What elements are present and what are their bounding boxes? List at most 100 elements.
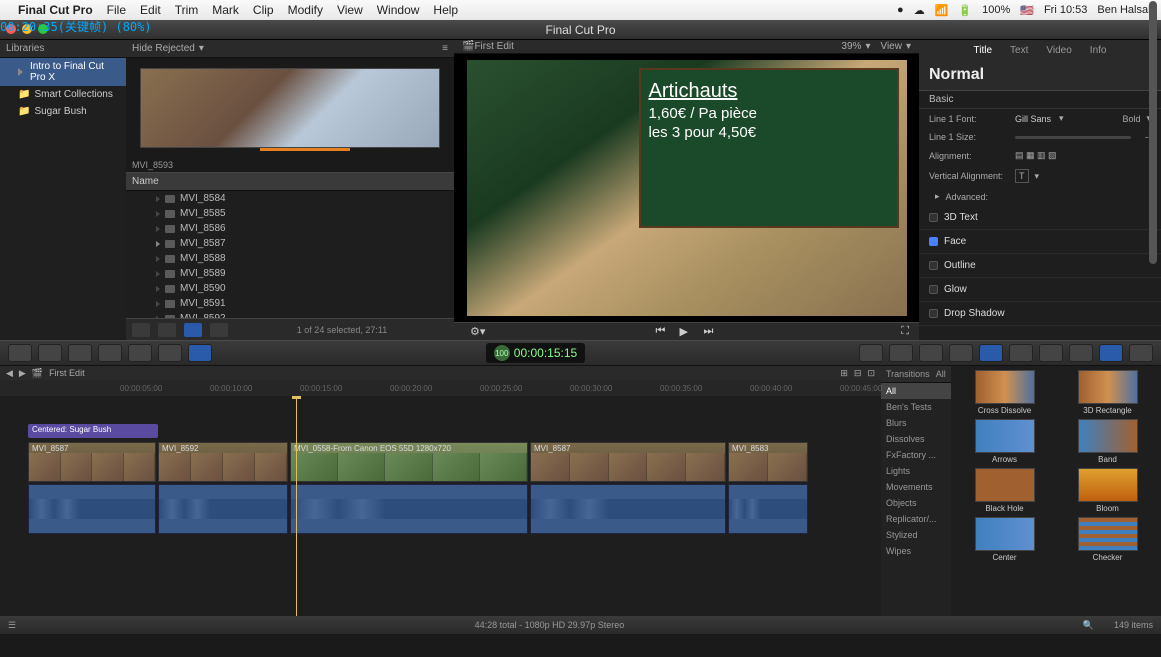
library-item-smart[interactable]: 📁 Smart Collections [0,86,126,103]
fx-cat[interactable]: Ben's Tests [881,399,951,415]
gear-icon[interactable] [158,323,176,337]
video-clip[interactable]: MVI_0558-From Canon EOS 55D 1280x720 [290,442,528,482]
fx-cat[interactable]: Movements [881,479,951,495]
list-name-header[interactable]: Name [126,172,454,191]
advanced-toggle[interactable]: Advanced: [946,192,989,202]
skim-icon[interactable]: ⊟ [854,368,862,379]
wifi-icon[interactable]: 📶 [935,4,949,17]
fx-item[interactable]: Center [955,517,1054,562]
timecode-display[interactable]: 100 00:00:15:15 [486,343,585,363]
settings-icon[interactable]: ⚙▾ [470,325,485,338]
music-icon[interactable] [949,344,973,362]
clock[interactable]: Fri 10:53 [1044,4,1087,16]
fx-cat[interactable]: Lights [881,463,951,479]
menu-edit[interactable]: Edit [140,3,161,17]
fullscreen-icon[interactable]: ⛶ [901,325,909,338]
user-name[interactable]: Ben Halsall [1097,4,1153,16]
clip-list[interactable]: MVI_8584 MVI_8585 MVI_8586 MVI_8587 MVI_… [126,191,454,318]
playhead[interactable] [296,396,297,616]
import-button[interactable] [132,323,150,337]
fx-item[interactable]: Band [1058,419,1157,464]
tab-info[interactable]: Info [1090,45,1107,56]
fx-cat[interactable]: Dissolves [881,431,951,447]
fx-cat[interactable]: FxFactory ... [881,447,951,463]
clip-row[interactable]: MVI_8589 [126,266,454,281]
audio-clip[interactable] [28,484,156,534]
video-clip[interactable]: MVI_8587 [28,442,156,482]
fx-cat[interactable]: All [881,383,951,399]
fx-cat[interactable]: Objects [881,495,951,511]
audio-clip[interactable] [158,484,288,534]
search-icon[interactable]: 🔍 [1083,620,1094,631]
disclosure-icon[interactable] [18,68,23,76]
prev-edit-icon[interactable]: ⏮ [656,325,670,339]
next-edit-icon[interactable]: ⏭ [704,325,718,339]
font-value[interactable]: Gill Sans [1015,114,1051,124]
group-glow[interactable]: Glow [919,278,1161,302]
fx-cat[interactable]: Replicator/... [881,511,951,527]
zoom-level[interactable]: 39% [841,41,861,52]
titles-icon[interactable] [1009,344,1033,362]
photos-icon[interactable] [919,344,943,362]
menu-mark[interactable]: Mark [212,3,239,17]
align-buttons[interactable]: ▤ ▦ ▥ ▧ [1015,150,1057,161]
viewer-canvas[interactable]: Artichauts 1,60€ / Pa pièce les 3 pour 4… [454,54,919,322]
keyword-icon[interactable] [38,344,62,362]
timeline-body[interactable]: Centered: Sugar Bush MVI_8587 MVI_8592 M… [0,396,881,616]
append-icon[interactable] [158,344,182,362]
clip-row[interactable]: MVI_8587 [126,236,454,251]
effects-grid[interactable]: Cross Dissolve 3D Rectangle Arrows Band … [951,366,1161,616]
tool-icon[interactable] [68,344,92,362]
timeline-ruler[interactable]: 00:00:05:00 00:00:10:00 00:00:15:00 00:0… [0,380,881,396]
tab-text[interactable]: Text [1010,45,1028,56]
bold-toggle[interactable]: Bold [1122,114,1140,124]
history-fwd-icon[interactable]: ▶ [19,368,26,379]
clip-filmstrip[interactable] [140,68,440,148]
tab-video[interactable]: Video [1046,45,1071,56]
insert-icon[interactable] [128,344,152,362]
list-view-icon[interactable] [184,323,202,337]
clip-row[interactable]: MVI_8588 [126,251,454,266]
fx-item[interactable]: Arrows [955,419,1054,464]
connect-icon[interactable] [98,344,122,362]
valign-button[interactable]: T [1015,169,1029,183]
fx-cat[interactable]: Blurs [881,415,951,431]
transitions-icon[interactable] [979,344,1003,362]
view-menu[interactable]: View [880,41,902,52]
clip-row[interactable]: MVI_8592 [126,311,454,318]
menu-view[interactable]: View [337,3,363,17]
solo-icon[interactable]: ⊡ [867,368,875,379]
filter-icon[interactable]: ≡ [442,43,448,54]
menu-window[interactable]: Window [377,3,420,17]
menu-modify[interactable]: Modify [288,3,323,17]
fx-item[interactable]: Checker [1058,517,1157,562]
title-clip[interactable]: Centered: Sugar Bush [28,424,158,438]
fx-item[interactable]: Bloom [1058,468,1157,513]
snap-icon[interactable]: ⊞ [840,368,848,379]
timeline-index-icon[interactable] [1099,344,1123,362]
audio-clip[interactable] [530,484,726,534]
fx-item[interactable]: Cross Dissolve [955,370,1054,415]
battery-icon[interactable]: 🔋 [958,4,972,17]
audio-clip[interactable] [728,484,808,534]
history-back-icon[interactable]: ◀ [6,368,13,379]
cloud-icon[interactable]: ☁ [914,4,925,17]
retime-icon[interactable] [889,344,913,362]
clip-row[interactable]: MVI_8590 [126,281,454,296]
generators-icon[interactable] [1039,344,1063,362]
library-item-sugar[interactable]: 📁 Sugar Bush [0,103,126,120]
audio-clip[interactable] [290,484,528,534]
group-outline[interactable]: Outline [919,254,1161,278]
clip-row[interactable]: MVI_8585 [126,206,454,221]
filmstrip-area[interactable] [126,58,454,158]
group-3dtext[interactable]: 3D Text [919,206,1161,230]
fx-item[interactable]: 3D Rectangle [1058,370,1157,415]
hide-rejected-toggle[interactable]: Hide Rejected [132,43,195,54]
menu-file[interactable]: File [107,3,126,17]
dropdown-icon[interactable]: ▾ [199,43,204,54]
menu-trim[interactable]: Trim [175,3,199,17]
fx-cat[interactable]: Wipes [881,543,951,559]
play-icon[interactable]: ▶ [680,325,694,339]
video-clip[interactable]: MVI_8583 [728,442,808,482]
flag-icon[interactable]: 🇺🇸 [1020,4,1034,17]
